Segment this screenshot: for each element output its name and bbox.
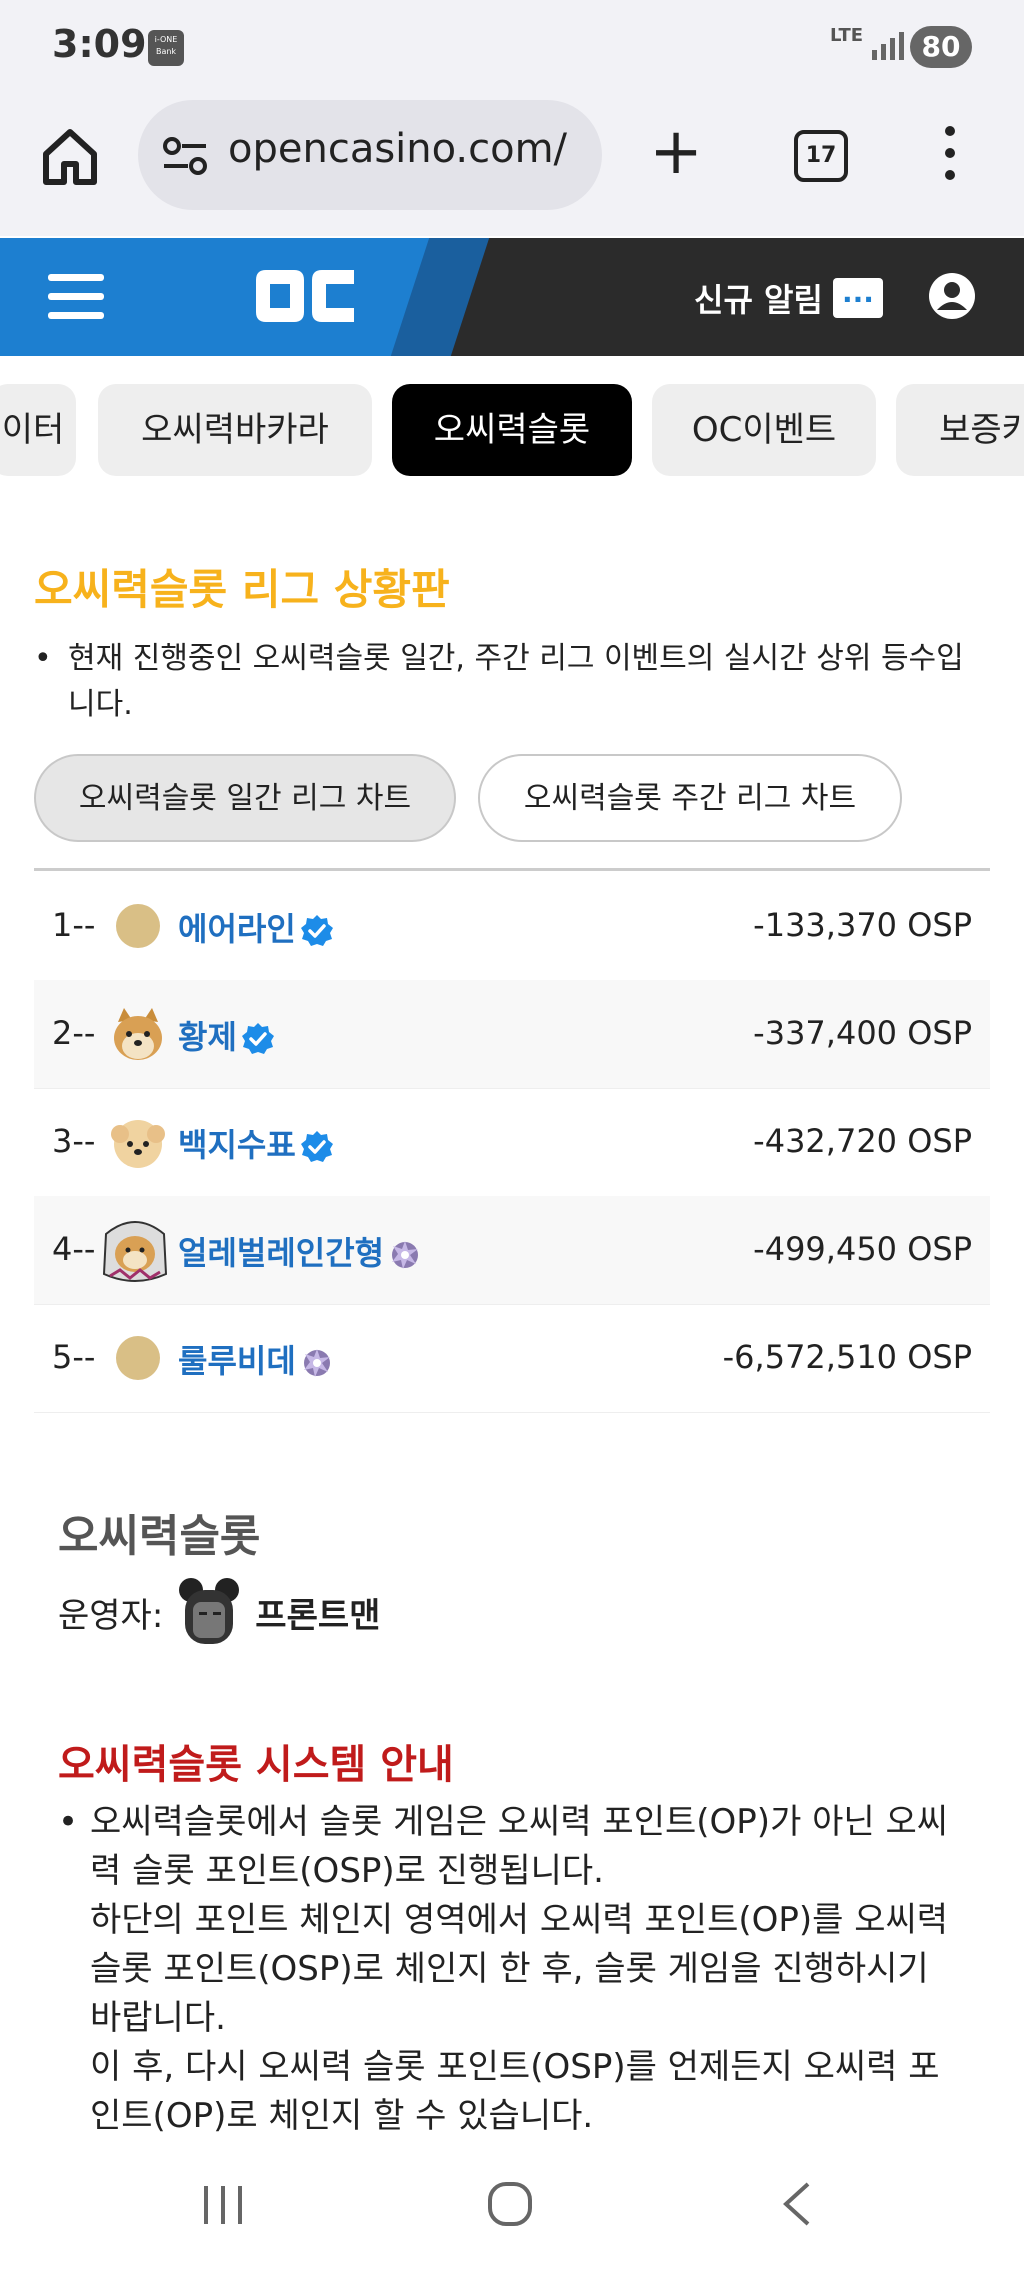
rank-number: 3-- bbox=[52, 1122, 96, 1160]
shiba-avatar bbox=[108, 1004, 168, 1064]
rank-number: 1-- bbox=[52, 906, 96, 944]
ranking-row[interactable]: 4-- 얼레벌레인간형 -499,450 OSP bbox=[34, 1196, 990, 1305]
system-guide-line: 하단의 포인트 체인지 영역에서 오씨력 포인트(OP)를 오씨력 bbox=[90, 1900, 949, 1940]
puppy-avatar bbox=[108, 1112, 168, 1172]
verified-badge-icon bbox=[300, 1131, 333, 1162]
tab-category-1[interactable]: 오씨력바카라 bbox=[98, 384, 372, 476]
user-name-link[interactable]: 얼레벌레인간형 bbox=[178, 1228, 422, 1274]
coin-avatar bbox=[116, 1336, 160, 1380]
system-guide-title: 오씨력슬롯 시스템 안내 bbox=[58, 1742, 454, 1788]
verified-badge-icon bbox=[241, 1023, 274, 1054]
browser-toolbar: opencasino.com/ + 17 bbox=[0, 96, 1024, 236]
system-nav-bar bbox=[0, 2150, 1024, 2275]
category-tabs: 이터 오씨력바카라 오씨력슬롯 OC이벤트 보증카 bbox=[0, 384, 1024, 476]
rank-score: -6,572,510 OSP bbox=[722, 1338, 972, 1376]
tab-category-4[interactable]: 보증카 bbox=[896, 384, 1024, 476]
system-guide-line: 오씨력슬롯에서 슬롯 게임은 오씨력 포인트(OP)가 아닌 오씨 bbox=[90, 1802, 949, 1842]
home-nav-icon[interactable] bbox=[486, 2180, 534, 2228]
user-name-link[interactable]: 에어라인 bbox=[178, 904, 334, 950]
bank-app-icon: i-ONE Bank bbox=[148, 30, 184, 66]
battery-indicator: 80 bbox=[910, 26, 972, 68]
coin-avatar bbox=[116, 904, 160, 948]
operator-info: 운영자: 프론트맨 bbox=[58, 1574, 380, 1650]
rank-score: -499,450 OSP bbox=[753, 1230, 972, 1268]
rank-number: 2-- bbox=[52, 1014, 96, 1052]
user-name-link[interactable]: 황제 bbox=[178, 1012, 275, 1058]
browser-menu-icon[interactable] bbox=[940, 126, 960, 186]
operator-label: 운영자: bbox=[58, 1595, 164, 1636]
league-description-text: 현재 진행중인 오씨력슬롯 일간, 주간 리그 이벤트의 실시간 상위 등수입니… bbox=[68, 641, 964, 722]
verified-badge-icon bbox=[300, 915, 333, 946]
league-description: • 현재 진행중인 오씨력슬롯 일간, 주간 리그 이벤트의 실시간 상위 등수… bbox=[34, 636, 984, 728]
ranking-row[interactable]: 1-- 에어라인 -133,370 OSP bbox=[34, 872, 990, 981]
tab-category-2[interactable]: 오씨력슬롯 bbox=[392, 384, 632, 476]
signal-icon bbox=[872, 32, 904, 60]
level-badge-icon bbox=[392, 1241, 419, 1269]
system-guide-text: • 오씨력슬롯에서 슬롯 게임은 오씨력 포인트(OP)가 아닌 오씨 력 슬롯… bbox=[58, 1798, 978, 2141]
league-title: 오씨력슬롯 리그 상황판 bbox=[34, 565, 450, 614]
operator-avatar[interactable] bbox=[173, 1576, 245, 1648]
site-header: 신규 알림 ... bbox=[0, 238, 1024, 356]
dog-costume-avatar bbox=[102, 1221, 168, 1282]
level-badge-icon bbox=[303, 1349, 330, 1377]
system-guide-line: 력 슬롯 포인트(OSP)로 진행됩니다. bbox=[90, 1851, 604, 1891]
user-name-link[interactable]: 룰루비데 bbox=[178, 1336, 334, 1382]
operator-name[interactable]: 프론트맨 bbox=[255, 1588, 380, 1637]
system-guide-line: 인트(OP)로 체인지 할 수 있습니다. bbox=[90, 2096, 594, 2136]
system-guide-line: 바랍니다. bbox=[90, 1998, 226, 2038]
site-settings-icon[interactable] bbox=[162, 136, 208, 176]
back-icon[interactable] bbox=[778, 2180, 818, 2228]
tab-category-3[interactable]: OC이벤트 bbox=[652, 384, 876, 476]
status-time: 3:09 bbox=[52, 22, 147, 66]
daily-chart-button[interactable]: 오씨력슬롯 일간 리그 차트 bbox=[34, 754, 456, 842]
address-bar[interactable]: opencasino.com/ bbox=[138, 100, 602, 210]
tab-switcher-button[interactable]: 17 bbox=[794, 130, 848, 182]
ranking-row[interactable]: 3-- 백지수표 -432,720 OSP bbox=[34, 1088, 990, 1197]
hamburger-menu-icon[interactable] bbox=[48, 274, 104, 320]
rank-score: -133,370 OSP bbox=[753, 906, 972, 944]
system-guide-line: 슬롯 포인트(OSP)로 체인지 한 후, 슬롯 게임을 진행하시기 bbox=[90, 1949, 929, 1989]
rank-number: 4-- bbox=[52, 1230, 96, 1268]
rank-number: 5-- bbox=[52, 1338, 96, 1376]
weekly-chart-button[interactable]: 오씨력슬롯 주간 리그 차트 bbox=[478, 754, 902, 842]
home-icon[interactable] bbox=[38, 124, 102, 188]
ranking-row[interactable]: 2-- 황제 -337,400 OSP bbox=[34, 980, 990, 1089]
rank-score: -432,720 OSP bbox=[753, 1122, 972, 1160]
user-profile-icon[interactable] bbox=[928, 272, 976, 320]
notice-label: 신규 알림 bbox=[694, 281, 823, 319]
url-text[interactable]: opencasino.com/ bbox=[228, 126, 567, 172]
user-name-link[interactable]: 백지수표 bbox=[178, 1120, 334, 1166]
rank-score: -337,400 OSP bbox=[753, 1014, 972, 1052]
slot-title: 오씨력슬롯 bbox=[58, 1511, 261, 1562]
divider bbox=[34, 868, 990, 871]
status-bar: 3:09 i-ONE Bank LTE 80 bbox=[0, 0, 1024, 96]
tab-category-0[interactable]: 이터 bbox=[0, 384, 76, 476]
oc-logo[interactable] bbox=[250, 266, 360, 326]
new-tab-icon[interactable]: + bbox=[648, 120, 704, 184]
notice-dots-icon: ... bbox=[832, 278, 883, 318]
recent-apps-icon[interactable] bbox=[200, 2182, 246, 2228]
system-guide-line: 이 후, 다시 오씨력 슬롯 포인트(OSP)를 언제든지 오씨력 포 bbox=[90, 2047, 940, 2087]
notice-button[interactable]: 신규 알림 ... bbox=[694, 276, 883, 320]
ranking-row[interactable]: 5-- 룰루비데 -6,572,510 OSP bbox=[34, 1304, 990, 1413]
network-type: LTE bbox=[830, 25, 864, 46]
